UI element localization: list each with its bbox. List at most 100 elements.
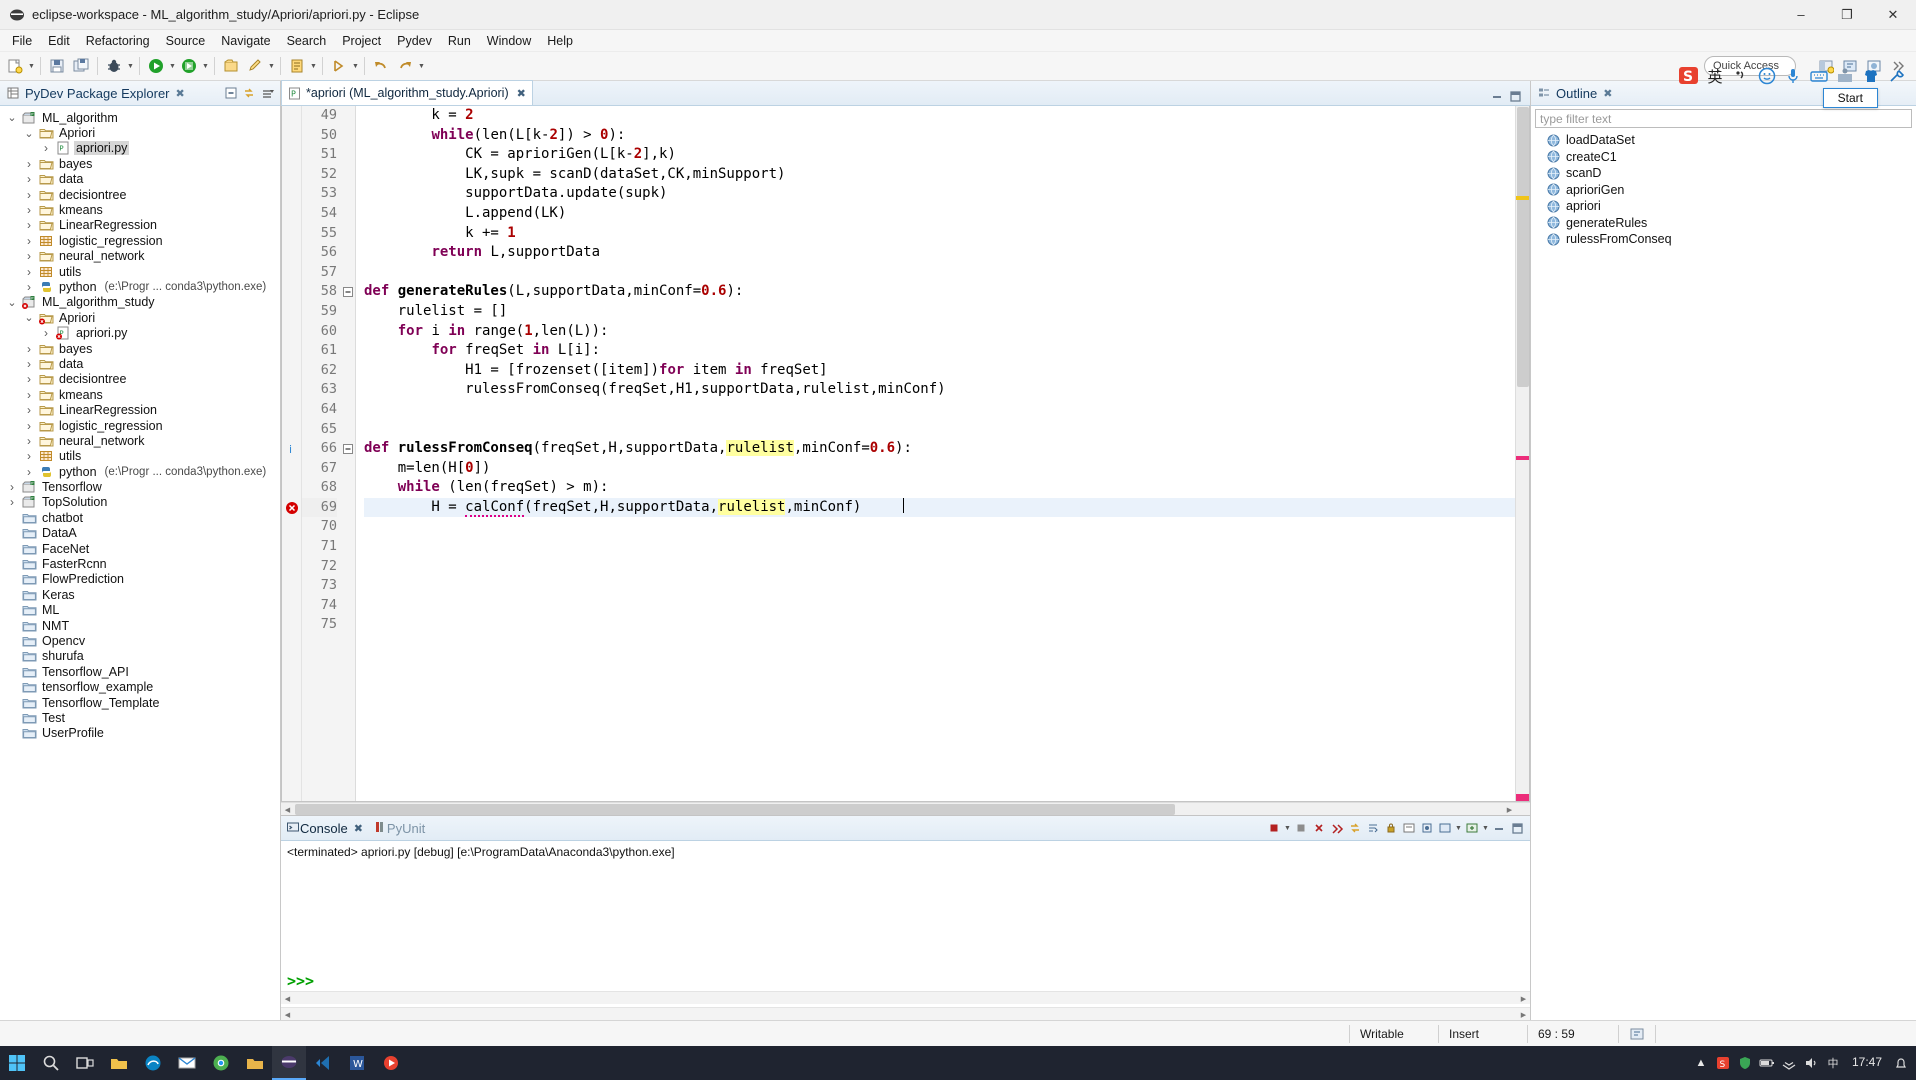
chevron-right-icon[interactable]: › <box>21 280 37 294</box>
chevron-down-icon[interactable]: ⌄ <box>21 126 37 140</box>
debug-dropdown-icon[interactable]: ▼ <box>126 55 135 77</box>
code-line[interactable]: H1 = [frozenset([item])for item in freqS… <box>364 361 1529 381</box>
collapse-all-icon[interactable] <box>222 84 240 102</box>
back-icon[interactable] <box>370 55 392 77</box>
code-line[interactable] <box>364 420 1529 440</box>
code-line[interactable]: CK = aprioriGen(L[k-2],k) <box>364 145 1529 165</box>
display-selected-console-icon[interactable] <box>1436 819 1454 837</box>
eclipse-taskbar-icon[interactable] <box>272 1046 306 1080</box>
chevron-right-icon[interactable]: › <box>21 388 37 402</box>
notification-icon[interactable] <box>1890 1046 1912 1080</box>
fold-collapse-icon[interactable] <box>342 282 355 302</box>
tree-item-kmeans[interactable]: › kmeans <box>0 202 280 217</box>
maximize-button[interactable]: ❐ <box>1824 0 1870 30</box>
tree-item-apriori[interactable]: ⌄ Apriori <box>0 310 280 325</box>
code-line[interactable]: H = calConf(freqSet,H,supportData,ruleli… <box>364 497 1529 518</box>
scroll-left-icon[interactable]: ◀ <box>281 992 294 1005</box>
code-line[interactable] <box>364 615 1529 635</box>
next-annotation-icon[interactable] <box>328 55 350 77</box>
code-line[interactable]: while(len(L[k-2]) > 0): <box>364 126 1529 146</box>
folder-icon[interactable] <box>238 1046 272 1080</box>
outline-item-apriorigen[interactable]: aprioriGen <box>1531 182 1916 199</box>
chevron-right-icon[interactable]: › <box>21 342 37 356</box>
outline-item-loaddataset[interactable]: loadDataSet <box>1531 132 1916 149</box>
chevron-down-icon[interactable]: ⌄ <box>4 111 20 125</box>
edit-icon[interactable] <box>244 55 266 77</box>
close-icon[interactable]: ✖ <box>517 87 526 100</box>
scroll-right-icon[interactable]: ▶ <box>1517 992 1530 1005</box>
open-console-dropdown-icon[interactable]: ▼ <box>1481 817 1490 839</box>
minimize-button[interactable]: – <box>1778 0 1824 30</box>
outline-filter-input[interactable]: type filter text <box>1535 109 1912 128</box>
code-line[interactable] <box>364 537 1529 557</box>
chevron-right-icon[interactable]: › <box>38 326 54 340</box>
source-code[interactable]: k = 2 while(len(L[k-2]) > 0): CK = aprio… <box>356 106 1529 801</box>
chevron-right-icon[interactable]: › <box>21 403 37 417</box>
tree-item-chatbot[interactable]: chatbot <box>0 510 280 525</box>
open-perspective-icon[interactable] <box>220 55 242 77</box>
run-dropdown-icon[interactable]: ▼ <box>168 55 177 77</box>
tab-pydev-package-explorer[interactable]: PyDev Package Explorer ✖ <box>0 81 189 106</box>
tab-outline[interactable]: Outline ✖ <box>1531 81 1616 106</box>
run-external-dropdown-icon[interactable]: ▼ <box>201 55 210 77</box>
code-line[interactable]: for i in range(1,len(L)): <box>364 322 1529 342</box>
tree-item-logistic-regression[interactable]: › logistic_regression <box>0 233 280 248</box>
code-line[interactable]: L.append(LK) <box>364 204 1529 224</box>
start-icon[interactable] <box>0 1046 34 1080</box>
network-icon[interactable] <box>1778 1046 1800 1080</box>
tree-item-tensorflow-api[interactable]: Tensorflow_API <box>0 664 280 679</box>
search-icon[interactable] <box>34 1046 68 1080</box>
project-tree[interactable]: ⌄ P ML_algorithm ⌄ Apriori › Papriori.py › bayes… <box>0 106 280 1020</box>
word-wrap-icon[interactable] <box>1364 819 1382 837</box>
code-line[interactable]: m=len(H[0]) <box>364 459 1529 479</box>
code-line[interactable]: k = 2 <box>364 106 1529 126</box>
overview-marker-warning[interactable] <box>1516 196 1529 200</box>
run-icon[interactable] <box>145 55 167 77</box>
code-line[interactable]: LK,supk = scanD(dataSet,CK,minSupport) <box>364 165 1529 185</box>
tree-item-bayes[interactable]: › bayes <box>0 156 280 171</box>
tree-item-test[interactable]: Test <box>0 710 280 725</box>
annotation-ruler[interactable]: i <box>282 106 302 801</box>
chevron-right-icon[interactable]: › <box>21 372 37 386</box>
menu-item-run[interactable]: Run <box>440 32 479 50</box>
maximize-console-icon[interactable] <box>1508 819 1526 837</box>
new-wizard-icon[interactable] <box>4 55 26 77</box>
chevron-right-icon[interactable]: › <box>21 465 37 479</box>
tree-item-userprofile[interactable]: UserProfile <box>0 726 280 741</box>
scroll-right-icon[interactable]: ▶ <box>1503 803 1516 816</box>
terminate-dropdown-icon[interactable]: ▼ <box>1283 817 1292 839</box>
folding-ruler[interactable] <box>342 106 356 801</box>
minimize-view-icon[interactable] <box>1488 87 1506 105</box>
tree-item-dataa[interactable]: DataA <box>0 526 280 541</box>
maximize-view-icon[interactable] <box>1506 87 1524 105</box>
chevron-right-icon[interactable]: › <box>21 357 37 371</box>
menu-item-pydev[interactable]: Pydev <box>389 32 440 50</box>
tree-item-topsolution[interactable]: › P TopSolution <box>0 495 280 510</box>
link-console-icon[interactable] <box>1346 819 1364 837</box>
tree-item-data[interactable]: › data <box>0 172 280 187</box>
tree-item-opencv[interactable]: Opencv <box>0 633 280 648</box>
menu-item-edit[interactable]: Edit <box>40 32 78 50</box>
display-console-dropdown-icon[interactable]: ▼ <box>1454 817 1463 839</box>
terminate-icon[interactable] <box>1292 819 1310 837</box>
shield-icon[interactable] <box>1734 1046 1756 1080</box>
chevron-right-icon[interactable]: › <box>21 249 37 263</box>
chevron-right-icon[interactable]: › <box>21 203 37 217</box>
code-line[interactable] <box>364 263 1529 283</box>
tree-item-shurufa[interactable]: shurufa <box>0 649 280 664</box>
run-external-icon[interactable] <box>178 55 200 77</box>
scroll-right-icon[interactable]: ▶ <box>1517 1008 1530 1020</box>
sogou-logo-icon[interactable]: S <box>1676 63 1702 89</box>
code-line[interactable]: rulelist = [] <box>364 302 1529 322</box>
menu-item-search[interactable]: Search <box>279 32 335 50</box>
tree-item-flowprediction[interactable]: FlowPrediction <box>0 572 280 587</box>
explorer-icon[interactable] <box>102 1046 136 1080</box>
code-line[interactable]: while (len(freqSet) > m): <box>364 478 1529 498</box>
outline-list[interactable]: loadDataSet createC1 scanD aprioriGen aprior… <box>1531 130 1916 248</box>
code-line[interactable]: def rulessFromConseq(freqSet,H,supportDa… <box>364 439 1529 459</box>
taskbar-clock[interactable]: 17:47 <box>1844 1056 1890 1069</box>
menu-item-refactoring[interactable]: Refactoring <box>78 32 158 50</box>
tree-item-tensorflow-example[interactable]: tensorflow_example <box>0 679 280 694</box>
scroll-left-icon[interactable]: ◀ <box>281 803 294 816</box>
tree-item-utils[interactable]: › utils <box>0 264 280 279</box>
